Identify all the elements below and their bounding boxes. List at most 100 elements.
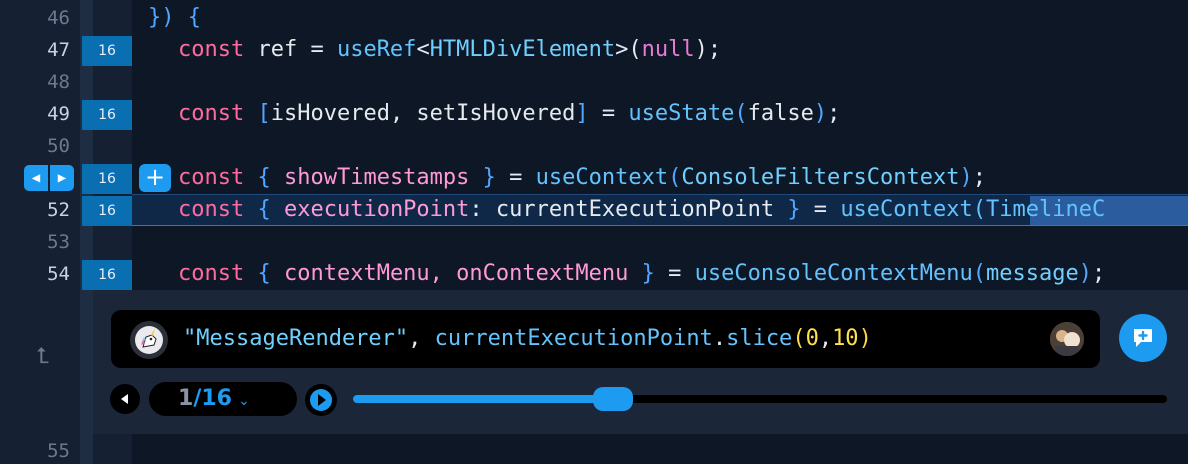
code-token: [ [257,101,271,126]
log-expression[interactable]: "MessageRenderer", currentExecutionPoint… [183,322,872,356]
hit-count-badge[interactable]: 16 [82,260,132,290]
previous-hit-button[interactable] [110,384,140,414]
expression-token: , [818,326,833,351]
code-token: useRef [336,37,417,62]
code-token: = [588,101,629,126]
panel-gutter-divider [80,290,93,434]
expression-token: . [712,326,727,351]
step-forward-icon[interactable]: ▶ [50,165,74,191]
code-token: >( [615,37,642,62]
slider-thumb[interactable] [593,387,634,411]
code-token: showTimestamps [270,165,483,190]
code-token: } [641,261,655,286]
code-token: } [787,197,801,222]
add-log-point-button[interactable]: + [139,164,171,192]
code-token: message [986,261,1079,286]
code-token: : currentExecutionPoint [469,197,788,222]
code-line: 53 [0,226,1188,258]
code-token: }) { [148,5,201,30]
code-token: ref = [244,37,337,62]
code-line-55: 55 [0,434,1188,464]
code-token: ( [668,165,682,190]
code-line: 50 [0,130,1188,162]
expression-token: "MessageRenderer" [183,326,409,351]
hit-counter-dropdown[interactable]: 1/16 ⌄ [149,382,297,416]
hit-count-badge[interactable]: 16 [82,196,132,226]
add-comment-button[interactable] [1119,314,1167,362]
code-token: const [178,101,245,126]
line-number[interactable]: 52 [0,194,70,226]
code-token: ); [694,37,722,62]
line-number: 55 [47,440,70,462]
line-number[interactable]: 49 [0,98,70,130]
code-text[interactable]: const ref = useRef<HTMLDivElement>(null)… [178,34,721,66]
expression-token: 10 [832,326,859,351]
next-hit-button[interactable] [305,384,337,416]
code-token: const [178,165,245,190]
code-line: 49 16 const [isHovered, setIsHovered] = us… [0,98,1188,130]
slider-fill [353,395,614,403]
code-token: null [641,37,695,62]
code-token: ; [827,101,841,126]
expression-token: , [408,326,435,351]
hit-timeline-slider[interactable] [353,387,1167,411]
add-comment-icon [1134,329,1152,347]
code-token: } [482,165,496,190]
code-token: ConsoleFiltersContext [681,165,960,190]
hit-count-badge[interactable]: 16 [82,100,132,130]
code-text[interactable]: const { contextMenu, onContextMenu } = u… [178,258,1105,290]
code-token: useContext [535,165,669,190]
code-token: const [178,37,245,62]
gutter-divider-bottom [80,434,93,464]
code-line: 47 16 const ref = useRef<HTMLDivElement>(n… [0,34,1188,66]
return-arrow-icon: ⮤ [36,344,49,369]
line-number[interactable]: 53 [0,226,70,258]
code-line: 54 16 const { contextMenu, onContextMenu }… [0,258,1188,290]
expression-token: ) [858,326,872,351]
hit-count-badge[interactable]: 16 [82,164,132,194]
code-line: 46 }) { [0,2,1188,34]
hit-step-buttons: ◀ ▶ [24,165,74,191]
code-token: < [416,37,430,62]
expression-token: currentExecutionPoint [434,326,713,351]
step-back-icon[interactable]: ◀ [24,165,48,191]
code-token: useState [628,101,735,126]
code-token: { [257,165,271,190]
line-number[interactable]: 46 [0,2,70,34]
code-token: = [654,261,695,286]
expression-token: ( [792,326,806,351]
code-token: ] [575,101,589,126]
line-number[interactable]: 47 [0,34,70,66]
code-token: const [178,261,245,286]
code-token: ) [813,101,828,126]
total-hits: 16 [201,386,232,411]
code-token: = [495,165,536,190]
user-avatar[interactable] [1050,322,1084,356]
code-line: 52 16 const { executionPoint: currentExecu… [0,194,1188,226]
code-token: ; [972,165,987,190]
line-number[interactable]: 50 [0,130,70,162]
expression-token: slice [726,326,793,351]
code-token: ; [1091,261,1106,286]
code-token: false [747,101,814,126]
code-text[interactable]: const [isHovered, setIsHovered] = useSta… [178,98,840,130]
code-token: ) [1078,261,1092,286]
line-number[interactable]: 54 [0,258,70,290]
hit-count-badge[interactable]: 16 [82,36,132,66]
code-token: const [178,197,245,222]
code-token: { [257,261,271,286]
chevron-down-icon: ⌄ [237,393,250,409]
unicorn-badge-avatar[interactable] [130,321,168,359]
code-text[interactable]: const { showTimestamps } = useContext(Co… [178,162,986,194]
code-token: { [257,197,271,222]
code-token: HTMLDivElement [429,37,616,62]
code-token: contextMenu, onContextMenu [270,261,642,286]
code-line: 48 [0,66,1188,98]
code-text[interactable]: const { executionPoint: currentExecution… [178,194,1105,226]
line-number[interactable]: 48 [0,66,70,98]
code-text[interactable]: }) { [148,2,201,34]
